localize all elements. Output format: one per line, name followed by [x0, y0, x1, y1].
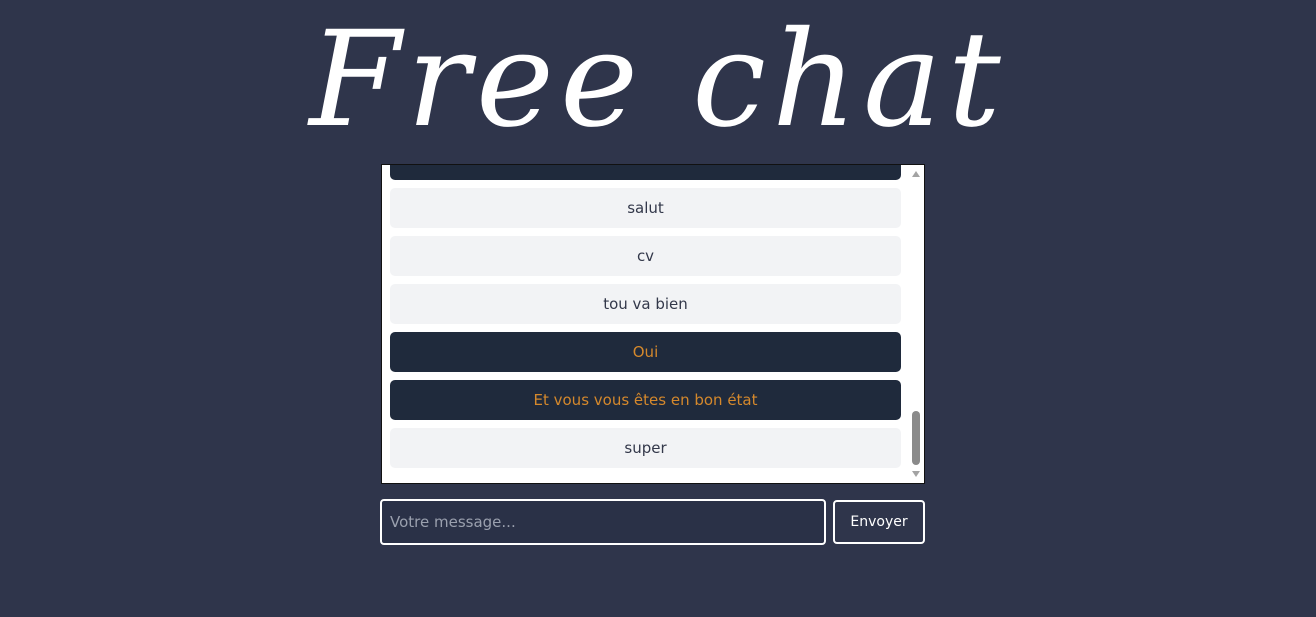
chat-messages-panel[interactable]: salut cv tou va bien Oui Et vous vous êt…: [381, 164, 925, 484]
message-item: tou va bien: [390, 284, 901, 324]
message-input[interactable]: [380, 499, 826, 545]
scroll-up-arrow-icon[interactable]: [912, 171, 920, 177]
scroll-down-arrow-icon[interactable]: [912, 471, 920, 477]
app-title: Free chat: [309, 3, 1007, 157]
message-item: [390, 165, 901, 180]
message-item: Et vous vous êtes en bon état: [390, 380, 901, 420]
message-item: cv: [390, 236, 901, 276]
chat-scrollbar[interactable]: [909, 165, 924, 483]
send-button[interactable]: Envoyer: [833, 500, 925, 544]
scrollbar-thumb[interactable]: [912, 411, 920, 465]
message-item: super: [390, 428, 901, 468]
message-item: salut: [390, 188, 901, 228]
message-item: Oui: [390, 332, 901, 372]
